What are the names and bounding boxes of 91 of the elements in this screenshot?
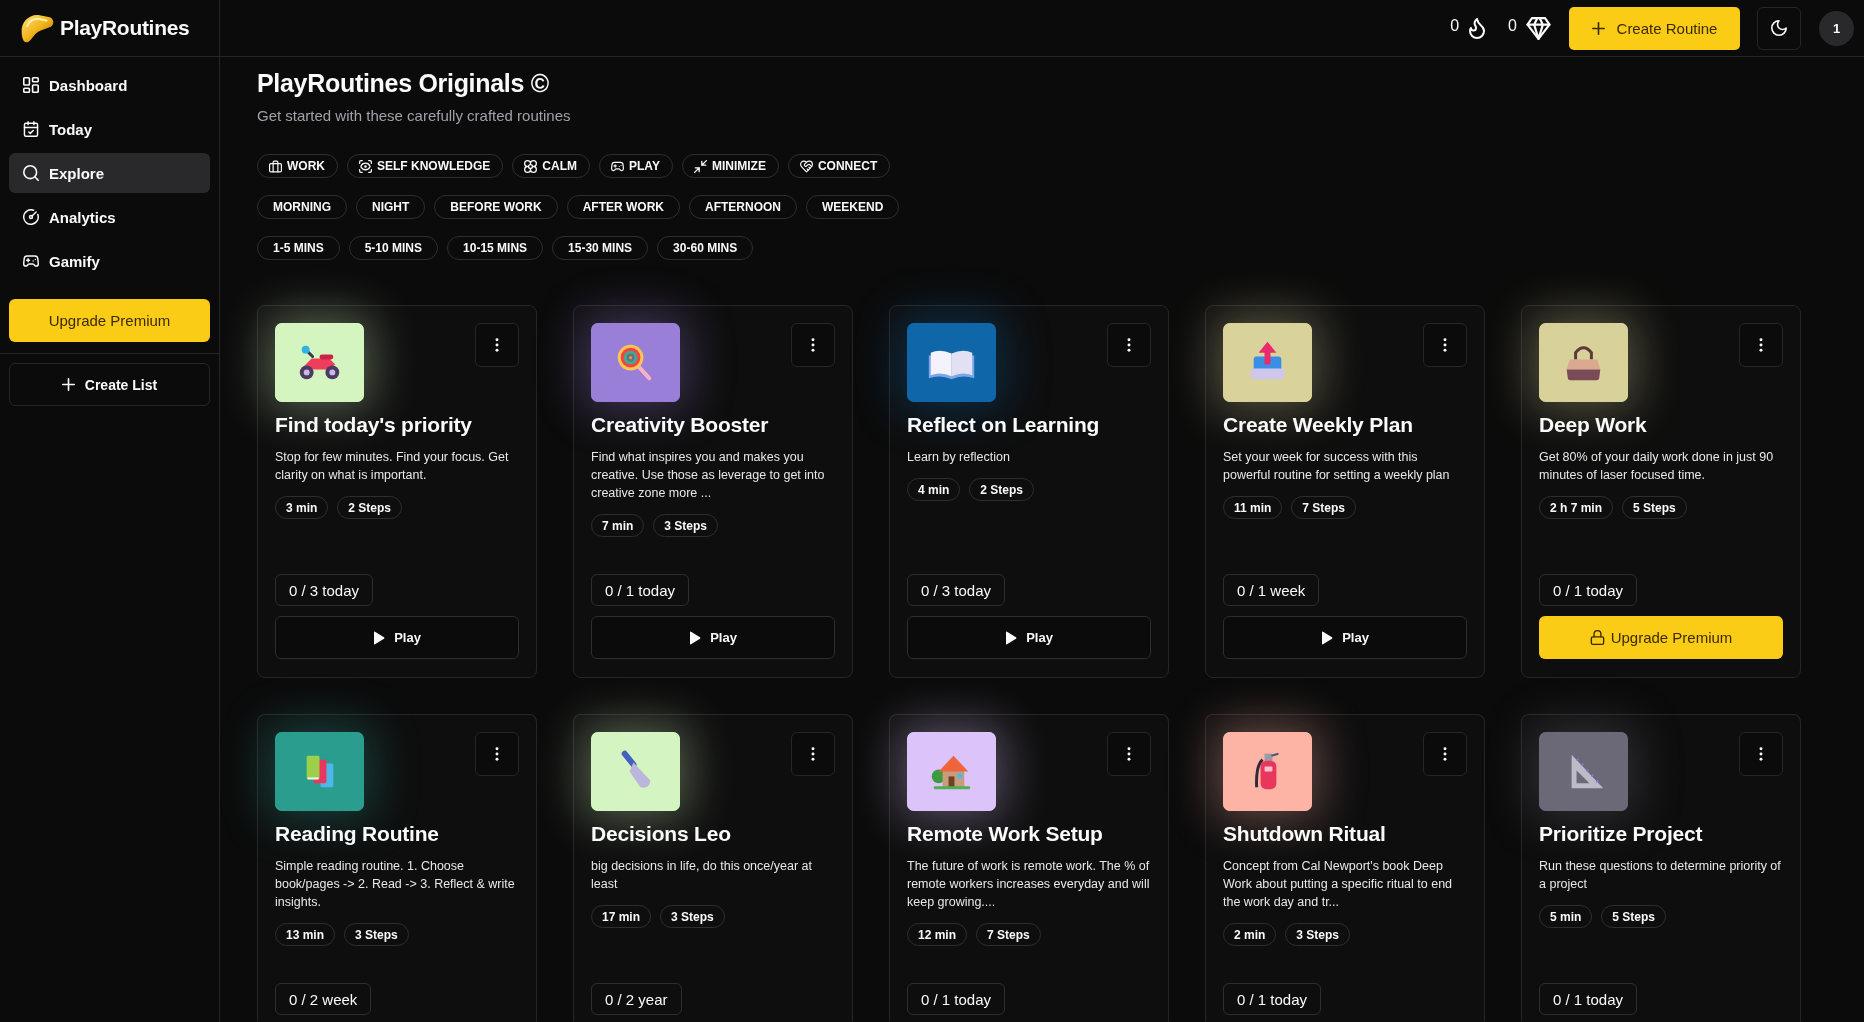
routine-title: Create Weekly Plan bbox=[1223, 412, 1413, 438]
kebab-menu-icon bbox=[811, 747, 815, 761]
routine-title: Decisions Leo bbox=[591, 821, 731, 847]
gamepad-icon bbox=[23, 253, 39, 269]
more-button[interactable] bbox=[1423, 323, 1467, 367]
progress-counter: 0 / 2 year bbox=[591, 983, 682, 1015]
lock-icon bbox=[1589, 630, 1605, 645]
progress-counter: 0 / 2 week bbox=[275, 983, 372, 1015]
more-button[interactable] bbox=[1107, 323, 1151, 367]
more-button[interactable] bbox=[1107, 732, 1151, 776]
calendar-check-icon bbox=[23, 121, 39, 137]
routine-title: Reading Routine bbox=[275, 821, 439, 847]
play-button[interactable]: Play bbox=[275, 616, 519, 659]
play-icon bbox=[1005, 630, 1018, 645]
progress-counter: 0 / 3 today bbox=[907, 574, 1006, 606]
search-icon bbox=[23, 165, 39, 181]
routine-description: Find what inspires you and makes you creative. Use those as leverage to get into creative zone more ... bbox=[591, 449, 826, 502]
kebab-menu-icon bbox=[1759, 338, 1763, 352]
play-button[interactable]: Play bbox=[1223, 616, 1467, 659]
nav-item[interactable]: Analytics bbox=[9, 197, 210, 237]
kebab-menu-icon bbox=[1127, 747, 1131, 761]
more-button[interactable] bbox=[791, 732, 835, 776]
routine-description: Set your week for success with this powerful routine for setting a weekly plan bbox=[1223, 449, 1451, 484]
more-button[interactable] bbox=[475, 323, 519, 367]
plus-icon bbox=[1591, 21, 1605, 35]
create-list-button[interactable]: Create List bbox=[9, 363, 210, 406]
progress-counter: 0 / 3 today bbox=[275, 574, 374, 606]
routine-description: Simple reading routine. 1. Choose book/pages -> 2. Read -> 3. Reflect & write insights. bbox=[275, 858, 516, 911]
routine-description: Run these questions to determine priority of a project bbox=[1539, 858, 1782, 893]
kebab-menu-icon bbox=[1443, 338, 1447, 352]
routine-description: Concept from Cal Newport's book Deep Work about putting a specific ritual to end the work day and tr... bbox=[1223, 858, 1454, 911]
minimize-icon bbox=[693, 159, 707, 173]
upgrade-premium-button[interactable]: Upgrade Premium bbox=[1539, 616, 1783, 659]
more-button[interactable] bbox=[791, 323, 835, 367]
progress-counter: 0 / 1 week bbox=[1223, 574, 1320, 606]
page-subtitle: Get started with these carefully crafted routines bbox=[257, 106, 571, 126]
play-button[interactable]: Play bbox=[591, 616, 835, 659]
more-button[interactable] bbox=[1739, 732, 1783, 776]
page-title: PlayRoutines Originals © bbox=[257, 68, 549, 98]
heart-handshake-icon bbox=[799, 159, 813, 173]
routine-description: big decisions in life, do this once/year at least bbox=[591, 858, 813, 893]
flame-icon bbox=[1468, 17, 1487, 39]
progress-counter: 0 / 1 today bbox=[907, 983, 1006, 1015]
create-routine-button[interactable]: Create Routine bbox=[1569, 6, 1740, 50]
progress-counter: 0 / 1 today bbox=[1539, 983, 1638, 1015]
theme-toggle-button[interactable] bbox=[1757, 6, 1801, 50]
nav-item[interactable]: Gamify bbox=[9, 241, 210, 281]
kebab-menu-icon bbox=[811, 338, 815, 352]
kebab-menu-icon bbox=[1443, 747, 1447, 761]
routine-title: Find today's priority bbox=[275, 412, 472, 438]
routine-description: The future of work is remote work. The % of remote workers increases everyday and will keep growing.... bbox=[907, 858, 1151, 911]
nav-item[interactable]: Today bbox=[9, 109, 210, 149]
routine-description: Learn by reflection bbox=[907, 449, 1011, 466]
routine-title: Shutdown Ritual bbox=[1223, 821, 1386, 847]
routine-description: Stop for few minutes. Find your focus. Get clarity on what is important. bbox=[275, 449, 510, 484]
flower-icon bbox=[524, 159, 538, 173]
progress-counter: 0 / 1 today bbox=[1223, 983, 1322, 1015]
upgrade-premium-button[interactable]: Upgrade Premium bbox=[9, 299, 210, 342]
app-name: PlayRoutines bbox=[60, 16, 190, 40]
briefcase-icon bbox=[269, 159, 282, 173]
more-button[interactable] bbox=[1739, 323, 1783, 367]
eye-scan-icon bbox=[359, 159, 372, 173]
gamepad-icon bbox=[611, 159, 624, 173]
kebab-menu-icon bbox=[495, 338, 499, 352]
routine-description: Get 80% of your daily work done in just 90 minutes of laser focused time. bbox=[1539, 449, 1775, 484]
kebab-menu-icon bbox=[495, 747, 499, 761]
routine-title: Deep Work bbox=[1539, 412, 1647, 438]
nav-item[interactable]: Explore bbox=[9, 153, 210, 193]
routine-title: Reflect on Learning bbox=[907, 412, 1100, 438]
routine-title: Creativity Booster bbox=[591, 412, 769, 438]
user-avatar[interactable]: 1 bbox=[1819, 10, 1854, 46]
more-button[interactable] bbox=[475, 732, 519, 776]
gauge-icon bbox=[23, 209, 39, 225]
play-icon bbox=[1321, 630, 1334, 645]
routine-title: Remote Work Setup bbox=[907, 821, 1103, 847]
gem-count: 0 bbox=[1508, 16, 1517, 35]
layout-grid-icon bbox=[23, 77, 39, 93]
routine-title: Prioritize Project bbox=[1539, 821, 1703, 847]
kebab-menu-icon bbox=[1759, 747, 1763, 761]
diamond-icon bbox=[1526, 16, 1551, 40]
kebab-menu-icon bbox=[1127, 338, 1131, 352]
streak-count: 0 bbox=[1450, 16, 1460, 35]
moon-icon bbox=[1771, 20, 1787, 36]
play-icon bbox=[373, 630, 386, 645]
play-button[interactable]: Play bbox=[907, 616, 1151, 659]
progress-counter: 0 / 1 today bbox=[591, 574, 690, 606]
plus-icon bbox=[61, 378, 75, 391]
nav-item[interactable]: Dashboard bbox=[9, 65, 210, 105]
more-button[interactable] bbox=[1423, 732, 1467, 776]
play-icon bbox=[689, 630, 702, 645]
progress-counter: 0 / 1 today bbox=[1539, 574, 1638, 606]
